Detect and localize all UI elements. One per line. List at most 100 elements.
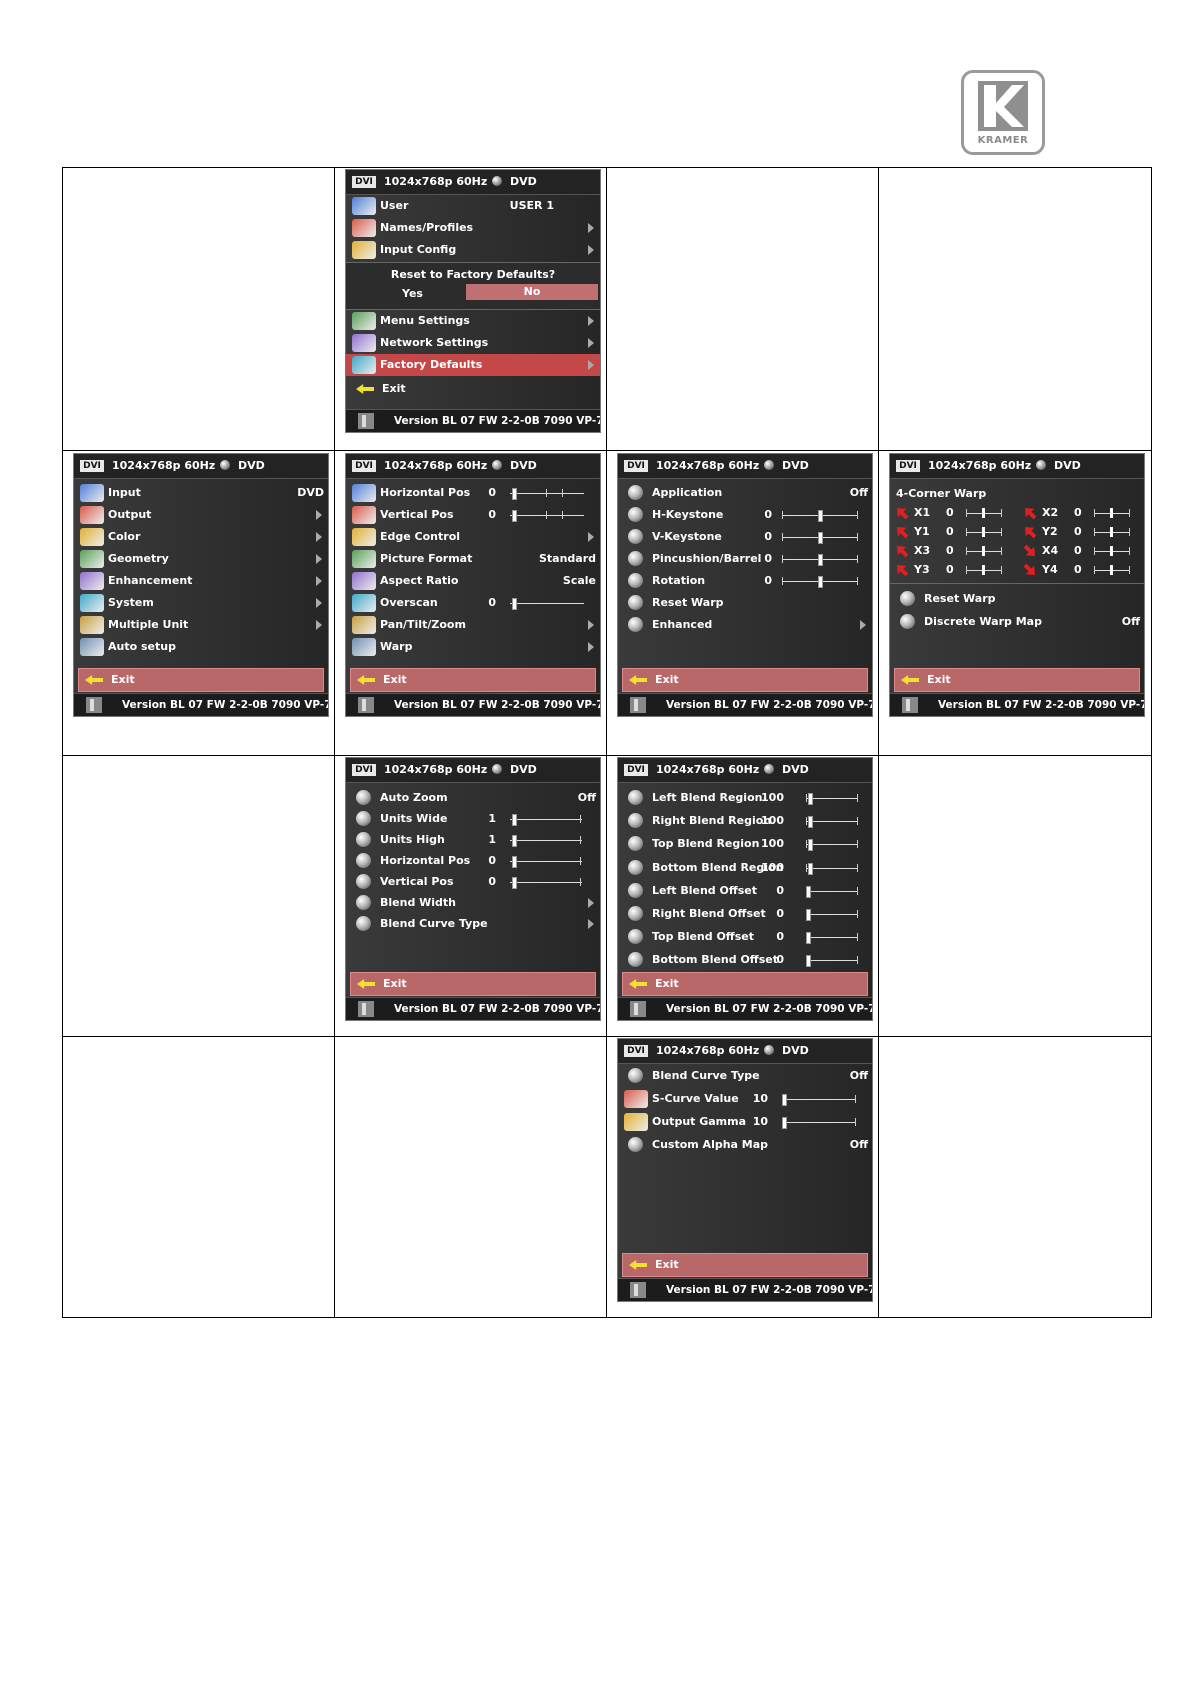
- slider-handle[interactable]: [1110, 546, 1113, 556]
- exit-button[interactable]: Exit: [622, 1253, 868, 1277]
- corner-x1[interactable]: X1 0: [894, 504, 1014, 522]
- slider-handle[interactable]: [808, 816, 813, 829]
- value-slider[interactable]: [782, 510, 858, 522]
- corner-slider[interactable]: [966, 546, 1002, 556]
- slider-handle[interactable]: [512, 598, 517, 610]
- exit-button[interactable]: Exit: [78, 668, 324, 692]
- slider-handle[interactable]: [806, 885, 811, 898]
- menu-item-warp[interactable]: Warp: [346, 636, 600, 658]
- slider-handle[interactable]: [808, 862, 813, 875]
- menu-item-units-wide[interactable]: Units Wide 1: [346, 808, 600, 830]
- value-slider[interactable]: [510, 835, 582, 847]
- menu-item-factory-defaults[interactable]: Factory Defaults: [346, 354, 600, 376]
- menu-item-top-blend-offset[interactable]: Top Blend Offset 0: [618, 926, 872, 948]
- menu-item-pan-tilt-zoom[interactable]: Pan/Tilt/Zoom: [346, 614, 600, 636]
- menu-item-vertical-pos[interactable]: Vertical Pos 0: [346, 504, 600, 526]
- menu-item-top-blend-region[interactable]: Top Blend Region 100: [618, 833, 872, 855]
- menu-item-s-curve-value[interactable]: S-Curve Value 10: [618, 1088, 872, 1110]
- value-slider[interactable]: [806, 839, 858, 852]
- menu-item-vertical-pos[interactable]: Vertical Pos 0: [346, 871, 600, 893]
- value-slider[interactable]: [510, 877, 582, 889]
- menu-item-system[interactable]: System: [74, 592, 328, 614]
- menu-item-horizontal-pos[interactable]: Horizontal Pos 0: [346, 850, 600, 872]
- slider-handle[interactable]: [982, 546, 985, 556]
- value-slider[interactable]: [510, 510, 584, 522]
- menu-item-overscan[interactable]: Overscan 0: [346, 592, 600, 614]
- menu-item-left-blend-offset[interactable]: Left Blend Offset 0: [618, 880, 872, 902]
- menu-item-edge-control[interactable]: Edge Control: [346, 526, 600, 548]
- slider-handle[interactable]: [1110, 508, 1113, 518]
- menu-item-blend-curve-type[interactable]: Blend Curve Type: [346, 913, 600, 935]
- slider-handle[interactable]: [512, 488, 517, 500]
- menu-item-multiple-unit[interactable]: Multiple Unit: [74, 614, 328, 636]
- menu-item-geometry[interactable]: Geometry: [74, 548, 328, 570]
- menu-item-auto-setup[interactable]: Auto setup: [74, 636, 328, 658]
- exit-button[interactable]: Exit: [894, 668, 1140, 692]
- slider-handle[interactable]: [512, 814, 517, 826]
- value-slider[interactable]: [806, 955, 858, 968]
- slider-handle[interactable]: [982, 508, 985, 518]
- slider-handle[interactable]: [512, 877, 517, 889]
- value-slider[interactable]: [782, 554, 858, 566]
- menu-item-color[interactable]: Color: [74, 526, 328, 548]
- slider-handle[interactable]: [1110, 527, 1113, 537]
- menu-item-blend-width[interactable]: Blend Width: [346, 892, 600, 914]
- no-button[interactable]: No: [466, 284, 598, 300]
- menu-item-menu-settings[interactable]: Menu Settings: [346, 310, 600, 332]
- slider-handle[interactable]: [512, 856, 517, 868]
- menu-item-right-blend-offset[interactable]: Right Blend Offset 0: [618, 903, 872, 925]
- menu-item-output-gamma[interactable]: Output Gamma 10: [618, 1111, 872, 1133]
- corner-y1[interactable]: Y1 0: [894, 523, 1014, 541]
- value-slider[interactable]: [806, 932, 858, 945]
- menu-item-blend-curve-type[interactable]: Blend Curve Type Off: [618, 1065, 872, 1087]
- corner-y2[interactable]: Y2 0: [1022, 523, 1142, 541]
- slider-handle[interactable]: [818, 510, 823, 522]
- menu-item-reset-warp[interactable]: Reset Warp: [890, 588, 1144, 610]
- menu-item-right-blend-region[interactable]: Right Blend Region 100: [618, 810, 872, 832]
- slider-handle[interactable]: [982, 527, 985, 537]
- value-slider[interactable]: [806, 816, 858, 829]
- value-slider[interactable]: [806, 793, 858, 805]
- value-slider[interactable]: [510, 488, 584, 500]
- menu-item-bottom-blend-offset[interactable]: Bottom Blend Offset 0: [618, 949, 872, 971]
- value-slider[interactable]: [510, 814, 582, 826]
- slider-handle[interactable]: [806, 955, 811, 968]
- menu-item-h-keystone[interactable]: H-Keystone 0: [618, 504, 872, 526]
- menu-item-input-config[interactable]: Input Config: [346, 239, 600, 261]
- menu-item-v-keystone[interactable]: V-Keystone 0: [618, 526, 872, 548]
- slider-handle[interactable]: [982, 565, 985, 575]
- menu-item-output[interactable]: Output: [74, 504, 328, 526]
- slider-handle[interactable]: [808, 839, 813, 852]
- slider-handle[interactable]: [818, 532, 823, 544]
- value-slider[interactable]: [806, 909, 858, 921]
- value-slider[interactable]: [782, 1117, 856, 1129]
- slider-handle[interactable]: [818, 576, 823, 588]
- exit-button[interactable]: Exit: [622, 668, 868, 692]
- menu-item-discrete-warp-map[interactable]: Discrete Warp Map Off: [890, 611, 1144, 633]
- slider-handle[interactable]: [1110, 565, 1113, 575]
- menu-item-enhanced[interactable]: Enhanced: [618, 614, 872, 636]
- exit-button[interactable]: Exit: [350, 972, 596, 996]
- value-slider[interactable]: [510, 856, 582, 868]
- menu-item-picture-format[interactable]: Picture Format Standard: [346, 548, 600, 570]
- menu-item-reset-warp[interactable]: Reset Warp: [618, 592, 872, 614]
- exit-button[interactable]: Exit: [622, 972, 868, 996]
- exit-button[interactable]: Exit: [350, 668, 596, 692]
- value-slider[interactable]: [806, 862, 858, 875]
- menu-item-user[interactable]: User USER 1: [346, 195, 600, 217]
- yes-button[interactable]: Yes: [402, 287, 423, 300]
- value-slider[interactable]: [782, 1094, 856, 1106]
- slider-handle[interactable]: [512, 835, 517, 847]
- menu-item-application[interactable]: Application Off: [618, 482, 872, 504]
- value-slider[interactable]: [510, 598, 584, 610]
- menu-item-input[interactable]: Input DVD: [74, 482, 328, 504]
- slider-handle[interactable]: [808, 793, 813, 805]
- corner-slider[interactable]: [966, 565, 1002, 575]
- menu-item-left-blend-region[interactable]: Left Blend Region 100: [618, 787, 872, 809]
- menu-item-pincushion-barrel[interactable]: Pincushion/Barrel 0: [618, 548, 872, 570]
- corner-y3[interactable]: Y3 0: [894, 561, 1014, 579]
- corner-slider[interactable]: [1094, 527, 1130, 537]
- value-slider[interactable]: [782, 576, 858, 588]
- menu-item-enhancement[interactable]: Enhancement: [74, 570, 328, 592]
- menu-item-rotation[interactable]: Rotation 0: [618, 570, 872, 592]
